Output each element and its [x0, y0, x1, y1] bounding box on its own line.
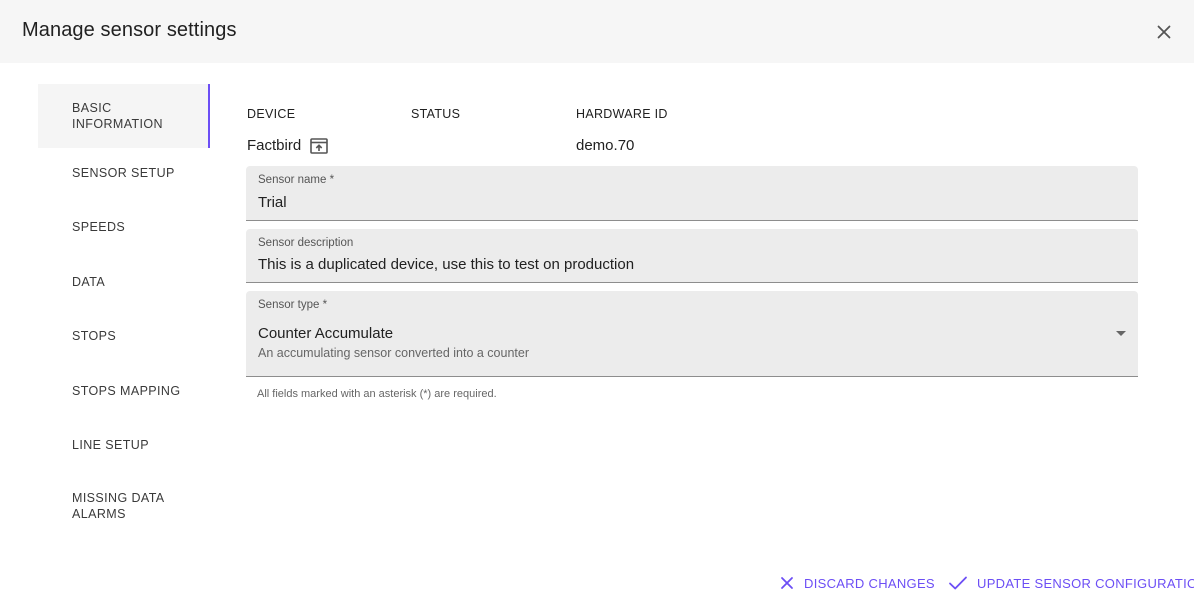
nav-item-speeds[interactable]: SPEEDS: [38, 210, 210, 244]
sensor-name-value: Trial: [258, 194, 287, 211]
nav-item-stops[interactable]: STOPS: [38, 319, 210, 353]
hardware-id-value: demo.70: [576, 137, 635, 154]
sensor-type-select[interactable]: Sensor type * Counter Accumulate An accu…: [246, 291, 1138, 377]
sensor-type-label: Sensor type *: [258, 299, 328, 311]
nav-item-label: STOPS MAPPING: [72, 384, 181, 398]
dialog-title: Manage sensor settings: [22, 19, 237, 41]
update-sensor-configuration-label: UPDATE SENSOR CONFIGURATION: [977, 575, 1194, 591]
nav-item-missing-data-alarms[interactable]: MISSING DATA ALARMS: [38, 484, 210, 528]
nav-item-basic-information[interactable]: BASIC INFORMATION: [38, 84, 210, 148]
check-icon: [949, 576, 967, 590]
required-fields-hint: All fields marked with an asterisk (*) a…: [257, 388, 497, 400]
update-sensor-configuration-button[interactable]: UPDATE SENSOR CONFIGURATION: [948, 574, 1194, 592]
status-header: STATUS: [411, 107, 461, 121]
sensor-description-field[interactable]: Sensor description This is a duplicated …: [246, 229, 1138, 283]
nav-item-label: MISSING DATA ALARMS: [72, 491, 164, 521]
hardware-id-header: HARDWARE ID: [576, 107, 668, 121]
sensor-name-label: Sensor name *: [258, 174, 335, 186]
nav-item-sensor-setup[interactable]: SENSOR SETUP: [38, 156, 210, 190]
nav-item-line-setup[interactable]: LINE SETUP: [38, 428, 210, 462]
nav-item-label: LINE SETUP: [72, 438, 149, 452]
close-icon[interactable]: [1152, 20, 1176, 44]
sensor-type-value: Counter Accumulate: [258, 325, 394, 342]
nav-item-label: DATA: [72, 275, 106, 289]
sensor-name-field[interactable]: Sensor name * Trial: [246, 166, 1138, 221]
nav-item-label: SPEEDS: [72, 220, 126, 234]
discard-changes-label: DISCARD CHANGES: [804, 575, 935, 591]
nav-item-label: STOPS: [72, 329, 117, 343]
close-icon: [781, 577, 793, 589]
open-in-new-icon[interactable]: [309, 137, 329, 155]
sensor-type-description: An accumulating sensor converted into a …: [258, 346, 529, 360]
chevron-down-icon[interactable]: [1116, 331, 1126, 336]
sensor-description-label: Sensor description: [258, 237, 354, 249]
device-value: Factbird: [247, 137, 302, 154]
nav-item-data[interactable]: DATA: [38, 265, 210, 299]
nav-item-label: SENSOR SETUP: [72, 166, 175, 180]
nav-item-stops-mapping[interactable]: STOPS MAPPING: [38, 374, 210, 408]
sensor-description-value: This is a duplicated device, use this to…: [258, 256, 635, 273]
device-header: DEVICE: [247, 107, 296, 121]
dialog-header: Manage sensor settings: [0, 0, 1194, 63]
nav-item-label: BASIC INFORMATION: [72, 101, 163, 131]
discard-changes-button[interactable]: DISCARD CHANGES: [779, 574, 935, 592]
